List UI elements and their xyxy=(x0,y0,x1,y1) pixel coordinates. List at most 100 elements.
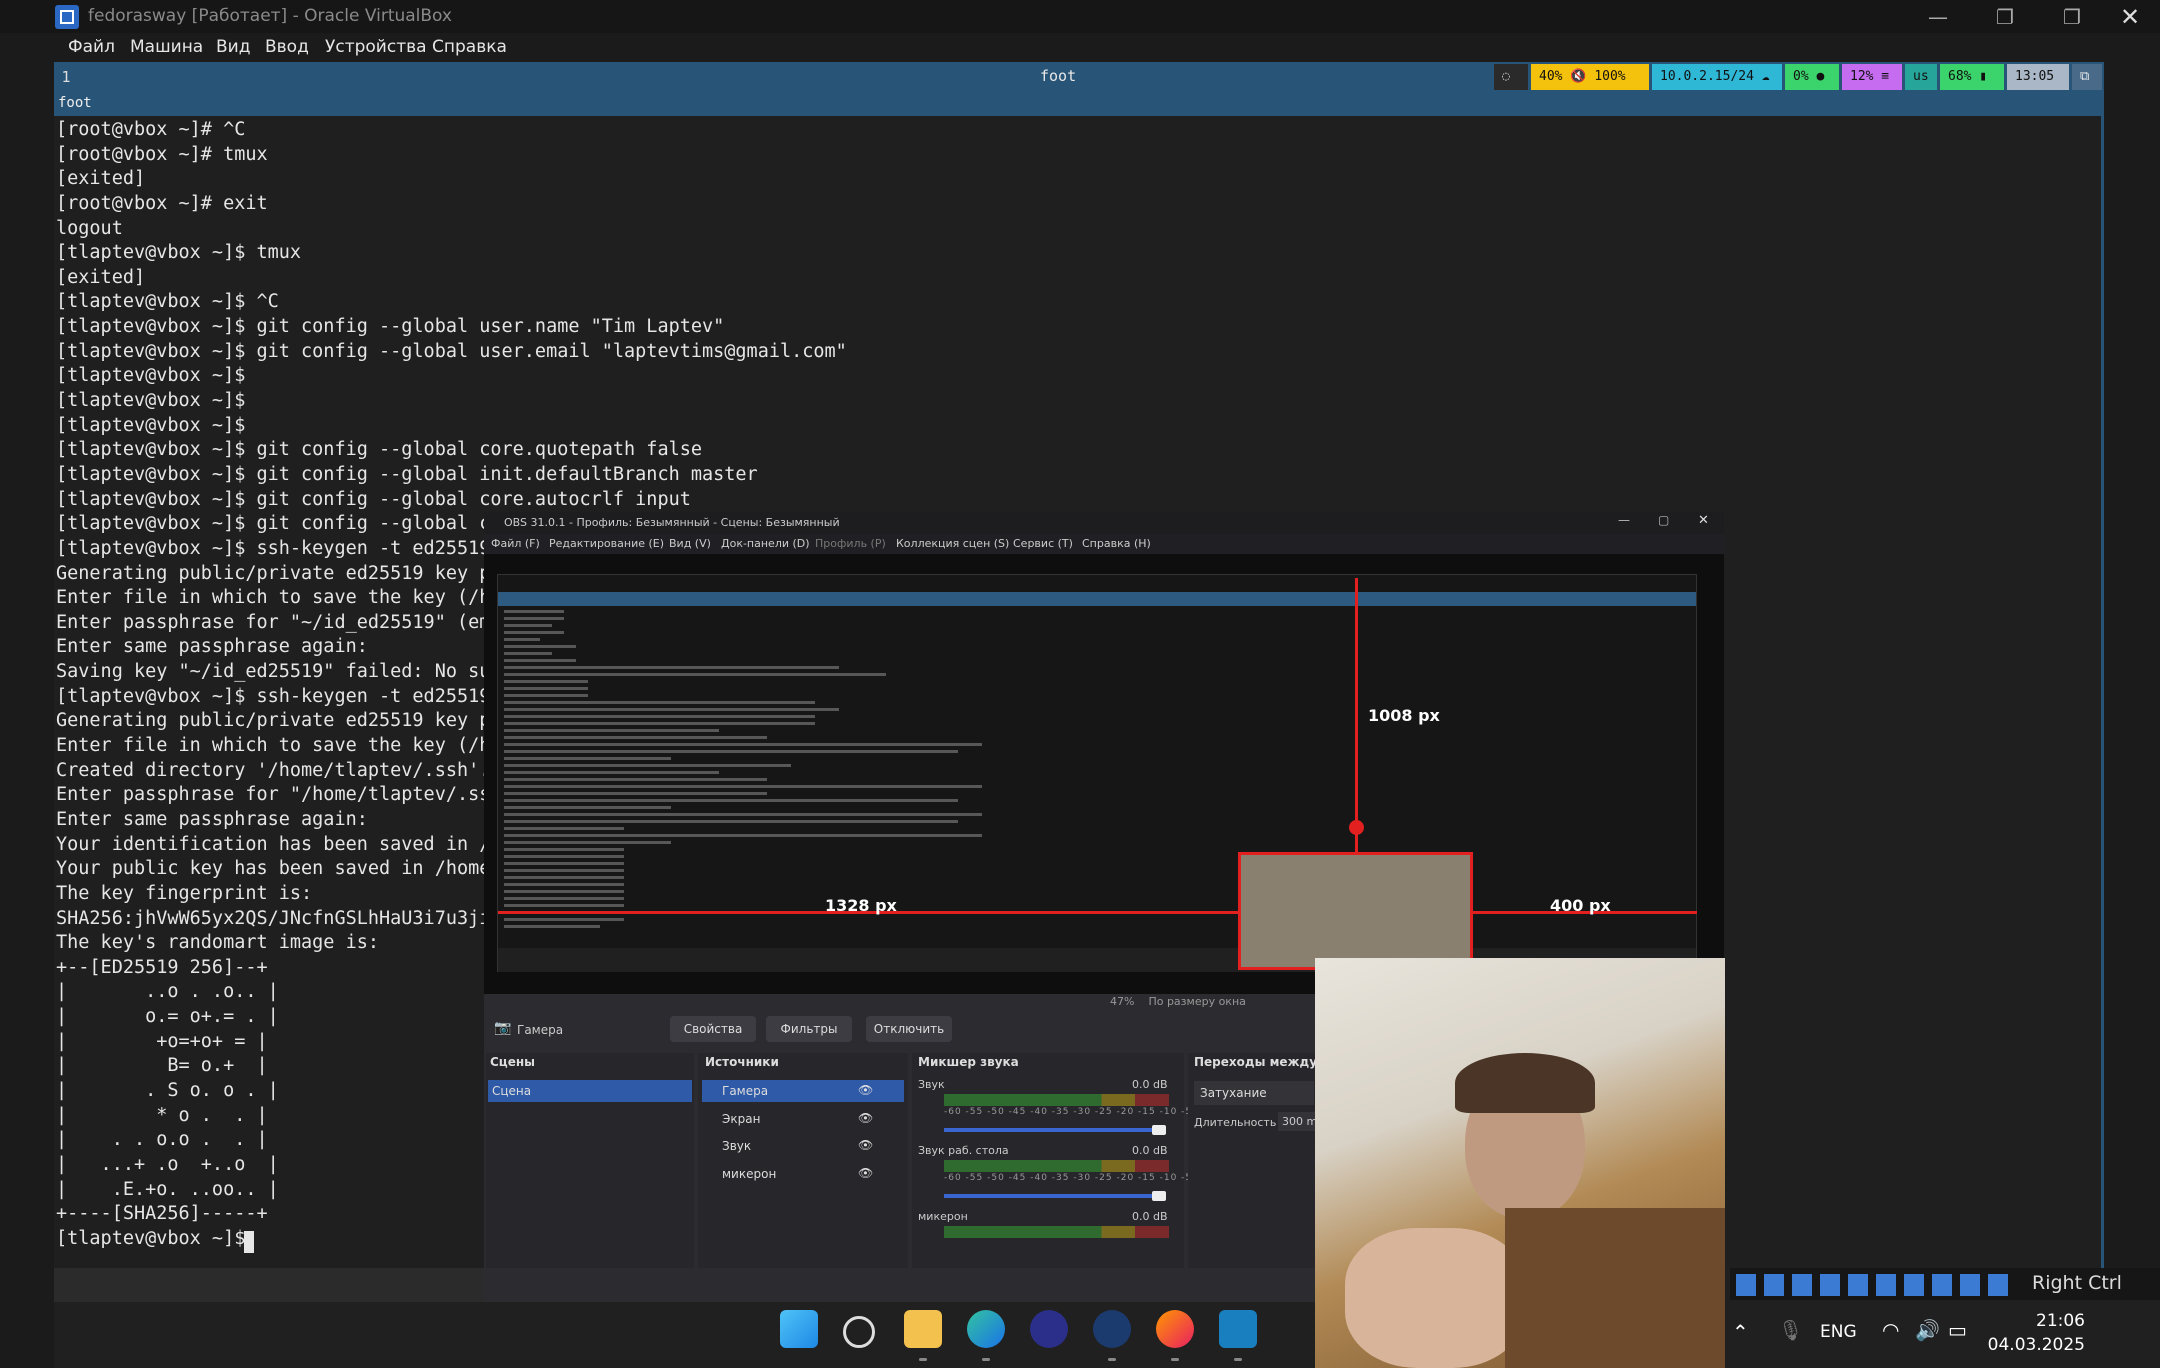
preview-text-line xyxy=(504,778,767,781)
preview-text-line xyxy=(504,785,982,788)
eye-icon[interactable]: 👁 xyxy=(858,1166,873,1180)
preview-text-line xyxy=(504,813,982,816)
obs-menu-edit[interactable]: Редактирование (E) xyxy=(549,537,664,550)
preview-text-line xyxy=(504,750,959,753)
search-icon[interactable] xyxy=(843,1316,875,1348)
status-cpu[interactable]: 0% ● xyxy=(1785,64,1839,90)
selected-camera-source[interactable] xyxy=(1238,852,1473,970)
preview-text-line xyxy=(504,624,552,627)
obs-menu-scene-collection[interactable]: Коллекция сцен (S) xyxy=(896,537,1009,550)
privacy-icon: ◌ xyxy=(1494,64,1528,90)
scene-item[interactable]: Сцена xyxy=(488,1080,692,1102)
status-keyboard-layout[interactable]: us xyxy=(1905,64,1937,90)
terminal-title-bar xyxy=(54,92,2104,116)
disable-button[interactable]: Отключить xyxy=(866,1016,952,1042)
terminal-line: [root@vbox ~]# tmux xyxy=(56,143,268,165)
running-indicator xyxy=(1234,1358,1242,1361)
source-item[interactable]: Экран xyxy=(722,1112,760,1126)
language-indicator[interactable]: ENG xyxy=(1820,1322,1857,1342)
preview-text-line xyxy=(504,631,564,634)
preview-text-line xyxy=(504,722,815,725)
volume-slider[interactable] xyxy=(944,1194,1166,1198)
vbox-device-icons[interactable] xyxy=(1736,1274,2016,1296)
volume-slider-knob[interactable] xyxy=(1152,1125,1166,1135)
preview-text-line xyxy=(504,715,815,718)
wifi-icon[interactable]: ◠ xyxy=(1882,1318,1899,1342)
eye-icon[interactable]: 👁 xyxy=(858,1138,873,1152)
terminal-line: [exited] xyxy=(56,168,146,190)
terminal-line: [root@vbox ~]# ^C xyxy=(56,119,246,140)
tray-icon[interactable]: ⧉ xyxy=(2072,64,2102,90)
menu-input[interactable]: Ввод xyxy=(265,37,309,57)
obs-menu-tools[interactable]: Сервис (T) xyxy=(1013,537,1073,550)
close-icon[interactable]: ✕ xyxy=(1698,513,1709,528)
menu-help[interactable]: Справка xyxy=(432,37,507,57)
status-network[interactable]: 10.0.2.15/24 ☁ xyxy=(1652,64,1782,90)
restore-icon[interactable]: ❐ xyxy=(2052,3,2092,31)
clock-date[interactable]: 04.03.2025 xyxy=(1975,1335,2085,1355)
properties-button[interactable]: Свойства xyxy=(670,1016,756,1042)
source-item[interactable]: Гамера xyxy=(722,1084,768,1098)
microphone-icon[interactable]: 🎙 xyxy=(1778,1318,1803,1342)
mixer-scale: -60 -55 -50 -45 -40 -35 -30 -25 -20 -15 … xyxy=(944,1173,1203,1183)
chevron-up-icon[interactable]: ⌃ xyxy=(1732,1320,1749,1344)
eye-icon[interactable]: 👁 xyxy=(858,1111,873,1125)
clock-time[interactable]: 21:06 xyxy=(1975,1311,2085,1331)
obs-taskbar-icon[interactable] xyxy=(1030,1310,1068,1348)
obs-menu-file[interactable]: Файл (F) xyxy=(491,537,540,550)
preview-text-line xyxy=(504,897,624,900)
battery-icon[interactable]: ▭ xyxy=(1948,1318,1967,1342)
webcam-feed xyxy=(1315,958,1725,1368)
preview-text-line xyxy=(504,890,624,893)
close-icon[interactable]: ✕ xyxy=(2110,3,2150,31)
measure-top: 1008 px xyxy=(1368,706,1440,725)
minimize-icon[interactable]: — xyxy=(1618,513,1630,527)
source-item[interactable]: микерон xyxy=(722,1167,776,1181)
steam-icon[interactable] xyxy=(1093,1310,1131,1348)
mixer-channel-db: 0.0 dB xyxy=(1132,1078,1168,1091)
file-explorer-icon[interactable] xyxy=(904,1310,942,1348)
visual-studio-icon[interactable] xyxy=(1219,1310,1257,1348)
webcam-hair xyxy=(1455,1053,1595,1113)
preview-text-line xyxy=(504,680,588,683)
edge-icon[interactable] xyxy=(967,1310,1005,1348)
preview-text-line xyxy=(504,883,624,886)
obs-menu-view[interactable]: Вид (V) xyxy=(669,537,711,550)
preview-text-line xyxy=(504,904,624,907)
source-item[interactable]: Звук xyxy=(722,1139,751,1153)
focused-window-title: foot xyxy=(1040,67,1077,85)
terminal-line: [tlaptev@vbox ~]$ git config --global us… xyxy=(56,316,725,338)
maximize-icon[interactable]: ▢ xyxy=(1658,513,1669,527)
preview-zoom[interactable]: 47% По размеру окна xyxy=(1110,995,1246,1008)
volume-slider[interactable] xyxy=(944,1128,1166,1132)
status-audio[interactable]: 40% 🔇 100% 🎤 xyxy=(1531,64,1649,110)
status-battery[interactable]: 68% ▮ xyxy=(1940,64,2004,90)
menu-devices[interactable]: Устройства xyxy=(325,37,427,57)
minimize-icon[interactable]: — xyxy=(1918,3,1958,31)
menu-machine[interactable]: Машина xyxy=(130,37,203,57)
preview-text-line xyxy=(504,701,815,704)
measure-right: 400 px xyxy=(1550,896,1611,915)
restore-icon[interactable]: ❐ xyxy=(1985,3,2025,31)
terminal-line: [tlaptev@vbox ~]$ xyxy=(56,365,246,387)
menu-view[interactable]: Вид xyxy=(216,37,250,57)
status-clock: 13:05 xyxy=(2007,64,2069,90)
volume-slider-knob[interactable] xyxy=(1152,1191,1166,1201)
volume-icon[interactable]: 🔊 xyxy=(1915,1318,1940,1342)
transition-select[interactable]: Затухание xyxy=(1194,1081,1314,1105)
menu-file[interactable]: Файл xyxy=(68,37,115,57)
firefox-icon[interactable] xyxy=(1156,1310,1194,1348)
preview-text-line xyxy=(504,834,982,837)
obs-menu-docks[interactable]: Док-панели (D) xyxy=(721,537,810,550)
obs-menu-help[interactable]: Справка (H) xyxy=(1082,537,1151,550)
preview-text-line xyxy=(504,617,564,620)
measure-left: 1328 px xyxy=(825,896,897,915)
eye-icon[interactable]: 👁 xyxy=(858,1083,873,1097)
filters-button[interactable]: Фильтры xyxy=(766,1016,852,1042)
mixer-scale: -60 -55 -50 -45 -40 -35 -30 -25 -20 -15 … xyxy=(944,1107,1203,1117)
status-memory[interactable]: 12% ≡ xyxy=(1842,64,1902,90)
obs-menu-profile[interactable]: Профиль (P) xyxy=(815,537,886,550)
start-icon[interactable] xyxy=(780,1310,818,1348)
terminal-line: [tlaptev@vbox ~]$ git config --global co… xyxy=(56,488,691,510)
workspace-button[interactable]: 1 xyxy=(54,62,78,92)
